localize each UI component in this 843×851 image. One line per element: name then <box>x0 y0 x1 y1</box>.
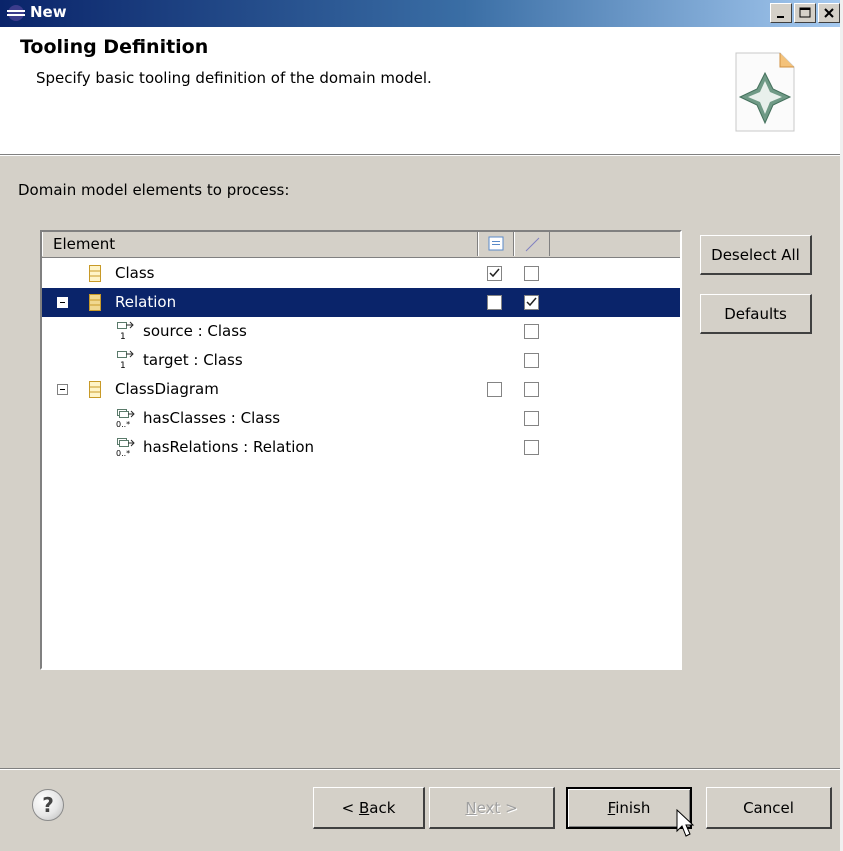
defaults-button[interactable]: Defaults <box>700 294 812 334</box>
row-label: hasClasses : Class <box>143 409 281 427</box>
row-label: hasRelations : Relation <box>143 438 315 456</box>
mouse-pointer-icon <box>676 809 695 837</box>
table-row[interactable]: 0..* hasRelations : Relation <box>42 433 680 462</box>
class-icon <box>89 265 101 282</box>
table-row[interactable]: 0..* hasClasses : Class <box>42 404 680 433</box>
row-label: Class <box>115 264 155 282</box>
svg-text:1: 1 <box>120 361 126 370</box>
checkmark-icon <box>489 268 500 278</box>
class-icon <box>89 381 101 398</box>
next-label-rest: ext > <box>476 799 518 817</box>
link-checkbox[interactable] <box>524 353 539 368</box>
svg-text:1: 1 <box>120 332 126 341</box>
section-label: Domain model elements to process: <box>18 181 290 199</box>
page-title: Tooling Definition <box>20 36 209 58</box>
table-row[interactable]: Relation <box>42 288 680 317</box>
back-prefix: < <box>341 799 359 817</box>
banner-separator <box>0 155 843 156</box>
table-row[interactable]: 1 target : Class <box>42 346 680 375</box>
next-mnemonic: N <box>465 799 477 817</box>
row-label: target : Class <box>143 351 243 369</box>
table-header: Element <box>42 232 680 258</box>
table-row[interactable]: ClassDiagram <box>42 375 680 404</box>
close-button[interactable] <box>818 3 840 23</box>
link-checkbox[interactable] <box>524 440 539 455</box>
link-checkbox[interactable] <box>524 266 539 281</box>
checkmark-icon <box>526 297 537 307</box>
column-header-label: Element <box>53 235 116 253</box>
node-checkbox[interactable] <box>487 266 502 281</box>
node-checkbox[interactable] <box>487 295 502 310</box>
link-checkbox[interactable] <box>524 411 539 426</box>
cancel-button[interactable]: Cancel <box>706 787 832 829</box>
link-checkbox[interactable] <box>524 295 539 310</box>
domain-elements-table[interactable]: Element Class Relation 1 source: Class … <box>40 230 682 670</box>
help-button[interactable]: ? <box>32 789 64 821</box>
link-checkbox[interactable] <box>524 324 539 339</box>
reference-single-icon: 1 <box>117 350 134 370</box>
title-bar: New <box>0 0 843 27</box>
wizard-banner-icon <box>735 52 795 132</box>
back-mnemonic: B <box>358 799 370 817</box>
eclipse-icon <box>7 5 25 21</box>
class-icon <box>89 294 101 311</box>
node-checkbox[interactable] <box>487 382 502 397</box>
table-row[interactable]: Class <box>42 259 680 288</box>
back-button[interactable]: < Back <box>313 787 425 829</box>
column-header-element[interactable]: Element <box>42 232 478 256</box>
close-icon <box>824 8 834 18</box>
help-icon: ? <box>42 793 54 817</box>
deselect-all-button[interactable]: Deselect All <box>700 235 812 275</box>
collapse-icon[interactable] <box>57 384 68 395</box>
svg-text:0..*: 0..* <box>116 449 130 457</box>
back-label-rest: ack <box>369 799 396 817</box>
svg-text:0..*: 0..* <box>116 420 130 428</box>
reference-many-icon: 0..* <box>116 409 135 428</box>
reference-many-icon: 0..* <box>116 438 135 457</box>
row-label: ClassDiagram <box>115 380 219 398</box>
footer-separator-highlight <box>0 769 843 770</box>
minimize-button[interactable] <box>770 3 792 23</box>
table-row[interactable]: 1 source : Class <box>42 317 680 346</box>
column-header-link[interactable] <box>514 232 550 256</box>
minimize-icon <box>777 16 784 18</box>
window-title: New <box>30 3 67 21</box>
link-checkbox[interactable] <box>524 382 539 397</box>
column-header-node[interactable] <box>478 232 514 256</box>
row-label: Relation <box>115 293 177 311</box>
reference-single-icon: 1 <box>117 321 134 341</box>
row-label: source : Class <box>143 322 247 340</box>
finish-label-rest: inish <box>615 799 651 817</box>
maximize-icon <box>799 7 811 18</box>
wizard-banner: Tooling Definition Specify basic tooling… <box>0 27 843 155</box>
node-icon <box>488 236 504 251</box>
next-button[interactable]: Next > <box>429 787 555 829</box>
collapse-icon[interactable] <box>57 297 68 308</box>
finish-button[interactable]: Finish <box>566 787 692 829</box>
maximize-button[interactable] <box>794 3 816 23</box>
link-icon <box>525 237 540 252</box>
page-description: Specify basic tooling definition of the … <box>36 69 432 87</box>
